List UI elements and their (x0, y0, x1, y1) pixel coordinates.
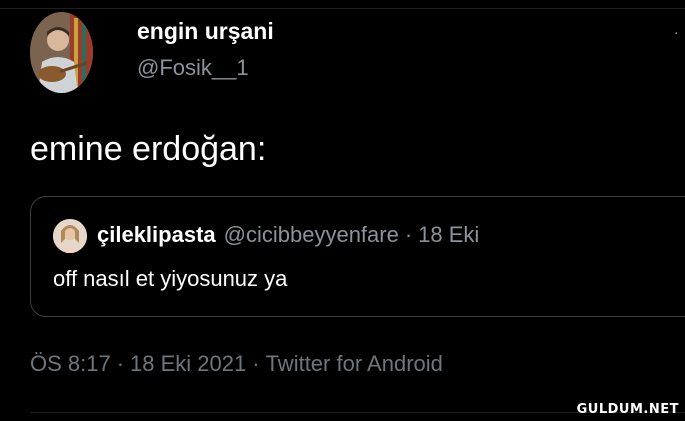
user-photo-avatar-icon (30, 12, 93, 93)
top-divider (0, 8, 685, 9)
author-avatar[interactable] (30, 12, 93, 93)
meta-separator: · (252, 351, 260, 376)
more-options-icon[interactable]: ⋅ (674, 26, 684, 40)
tweet-source[interactable]: Twitter for Android (266, 351, 443, 376)
author-display-name[interactable]: engin urşani (137, 18, 274, 45)
tweet-meta: ÖS 8:17 · 18 Eki 2021 · Twitter for Android (30, 351, 443, 377)
quoted-tweet-text: off nasıl et yiyosunuz ya (53, 266, 288, 291)
quoted-tweet-date[interactable]: 18 Eki (418, 222, 479, 247)
quoted-author-avatar[interactable] (53, 219, 87, 253)
quoted-separator: · (404, 222, 413, 247)
meta-separator: · (116, 351, 125, 376)
site-watermark: GULDUM.NET (576, 402, 679, 417)
tweet-time[interactable]: ÖS 8:17 (30, 351, 111, 376)
author-handle[interactable]: @Fosik__1 (137, 55, 249, 81)
quoted-author-display-name[interactable]: çileklipasta (97, 222, 216, 247)
tweet-text: emine erdoğan: (30, 130, 267, 168)
tweet-date[interactable]: 18 Eki 2021 (130, 351, 246, 376)
user-photo-avatar-icon (53, 219, 87, 253)
quoted-tweet-header: çileklipasta @cicibbeyyenfare · 18 Eki (97, 222, 479, 248)
quoted-tweet-card[interactable]: çileklipasta @cicibbeyyenfare · 18 Eki off … (30, 196, 685, 317)
quoted-author-handle[interactable]: @cicibbeyyenfare (224, 222, 399, 247)
